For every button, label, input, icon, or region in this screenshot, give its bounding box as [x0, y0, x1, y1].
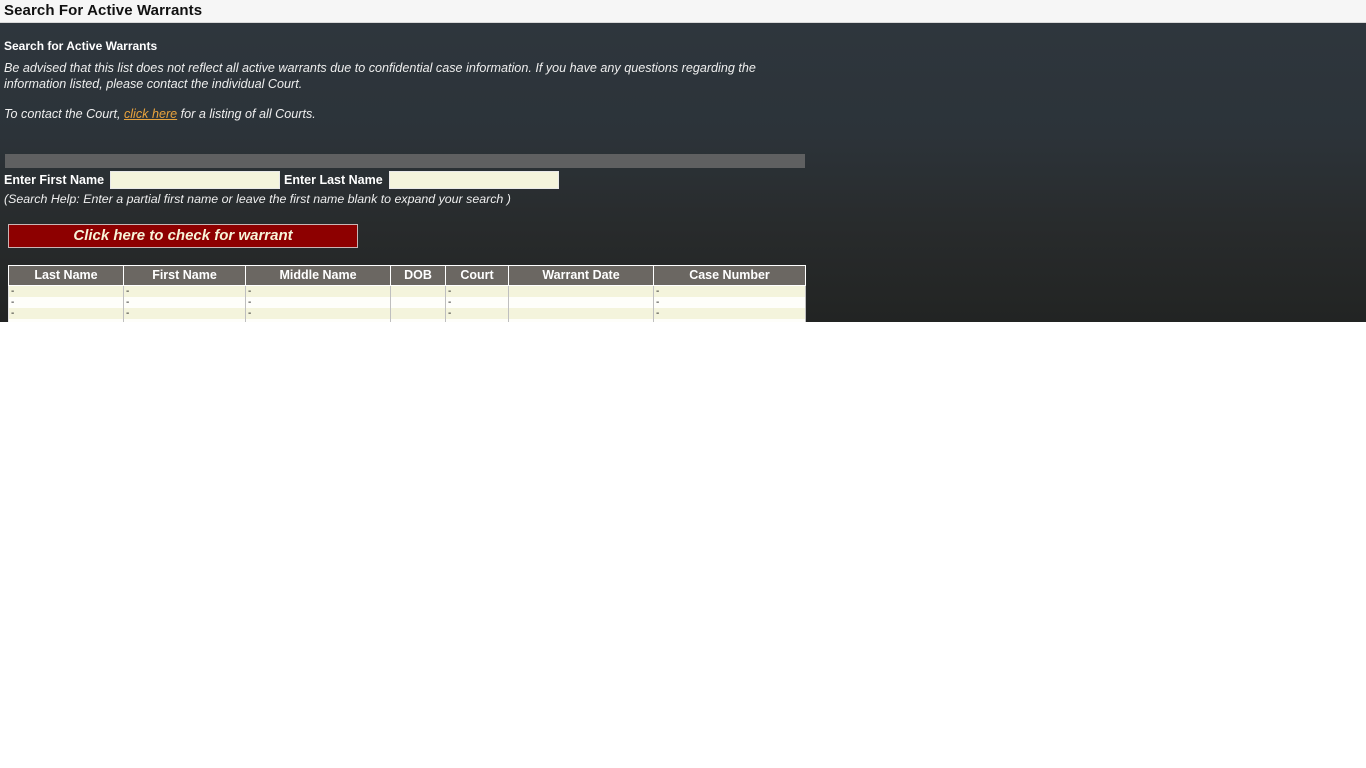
court-listing-link[interactable]: click here — [124, 107, 177, 121]
column-header-warrant-date[interactable]: Warrant Date — [508, 265, 654, 286]
cell-middle-name: - — [245, 285, 391, 297]
table-row: - - - - - — [8, 285, 806, 297]
cell-case-number: - — [653, 308, 806, 319]
advisory-text: Be advised that this list does not refle… — [4, 61, 756, 92]
cell-last-name: - — [8, 308, 124, 319]
cell-court: - — [445, 297, 509, 308]
page-title: Search For Active Warrants — [4, 2, 203, 19]
cell-first-name: - — [123, 319, 246, 322]
search-help-text: (Search Help: Enter a partial first name… — [4, 192, 511, 206]
contact-prefix-text: To contact the Court, — [4, 107, 124, 122]
cell-court: - — [445, 308, 509, 319]
contact-court-line: To contact the Court, click here for a l… — [0, 93, 1366, 122]
cell-court: - — [445, 285, 509, 297]
cell-first-name: - — [123, 285, 246, 297]
table-header-row: Last Name First Name Middle Name DOB Cou… — [8, 265, 806, 286]
first-name-label: Enter First Name — [4, 173, 105, 187]
name-search-form: Enter First Name Enter Last Name — [0, 168, 559, 192]
column-header-case-number[interactable]: Case Number — [653, 265, 806, 286]
cell-warrant-date — [508, 308, 654, 319]
check-for-warrant-button[interactable]: Click here to check for warrant — [8, 224, 358, 248]
cell-first-name: - — [123, 297, 246, 308]
table-row: - - - - - — [8, 308, 806, 319]
cell-last-name: - — [8, 285, 124, 297]
cell-dob — [390, 285, 446, 297]
page-title-bar: Search For Active Warrants — [0, 0, 1366, 23]
cell-case-number: - — [653, 285, 806, 297]
cell-court: - — [445, 319, 509, 322]
cell-middle-name: - — [245, 319, 391, 322]
section-divider-bar — [5, 154, 805, 168]
warrant-results-body: - - - - - - - - - - - - - - - — [8, 285, 806, 322]
cell-dob — [390, 297, 446, 308]
cell-last-name: - — [8, 319, 124, 322]
cell-dob — [390, 308, 446, 319]
cell-case-number: - — [653, 319, 806, 322]
column-header-last-name[interactable]: Last Name — [8, 265, 124, 286]
warrant-results-table: Last Name First Name Middle Name DOB Cou… — [8, 265, 806, 322]
cell-case-number: - — [653, 297, 806, 308]
panel-heading: Search for Active Warrants — [4, 39, 158, 53]
cell-warrant-date — [508, 285, 654, 297]
cell-dob — [390, 319, 446, 322]
cell-warrant-date — [508, 319, 654, 322]
last-name-input[interactable] — [388, 171, 559, 189]
warrant-search-panel: Search for Active Warrants Be advised th… — [0, 23, 1366, 322]
table-row: - - - - - — [8, 297, 806, 308]
table-row: - - - - - — [8, 319, 806, 322]
cell-warrant-date — [508, 297, 654, 308]
column-header-dob[interactable]: DOB — [390, 265, 446, 286]
contact-suffix-text: for a listing of all Courts. — [177, 107, 316, 122]
column-header-court[interactable]: Court — [445, 265, 509, 286]
cell-first-name: - — [123, 308, 246, 319]
cell-middle-name: - — [245, 297, 391, 308]
cell-last-name: - — [8, 297, 124, 308]
cell-middle-name: - — [245, 308, 391, 319]
column-header-middle-name[interactable]: Middle Name — [245, 265, 391, 286]
warrant-results-container: Last Name First Name Middle Name DOB Cou… — [8, 265, 806, 322]
empty-page-area — [0, 322, 1366, 768]
last-name-label: Enter Last Name — [284, 173, 383, 187]
first-name-input[interactable] — [110, 171, 281, 189]
column-header-first-name[interactable]: First Name — [123, 265, 246, 286]
